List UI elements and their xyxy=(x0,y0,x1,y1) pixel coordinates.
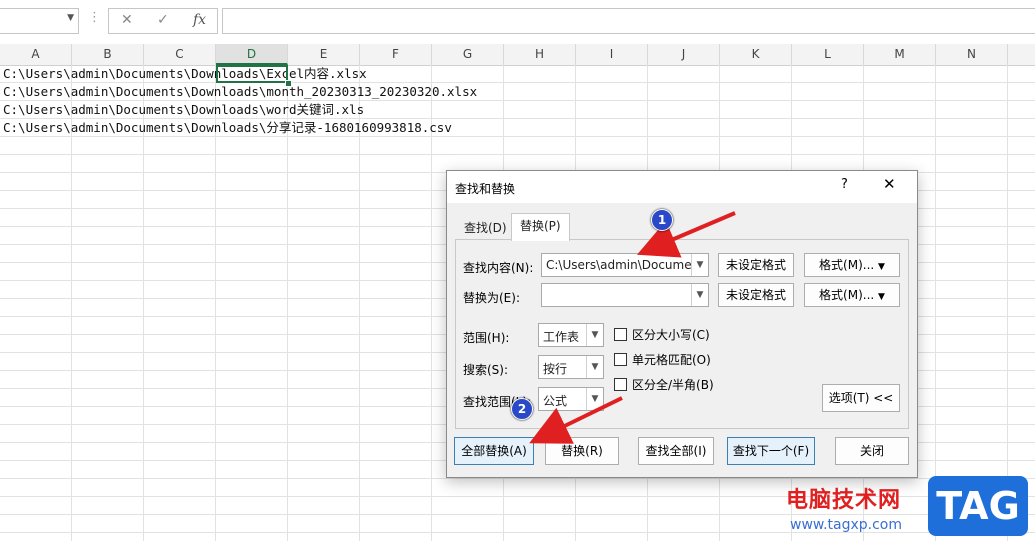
step-badge-1: 1 xyxy=(651,209,673,231)
step-badge-2: 2 xyxy=(511,398,533,420)
watermark-logo: TAG xyxy=(928,476,1028,536)
tab-replace[interactable]: 替换(P) xyxy=(511,213,570,241)
watermark-url: www.tagxp.com xyxy=(790,517,902,533)
annotation-arrows xyxy=(529,211,736,444)
arrow-2 xyxy=(529,396,623,444)
watermark-text: 电脑技术网 xyxy=(786,488,902,513)
